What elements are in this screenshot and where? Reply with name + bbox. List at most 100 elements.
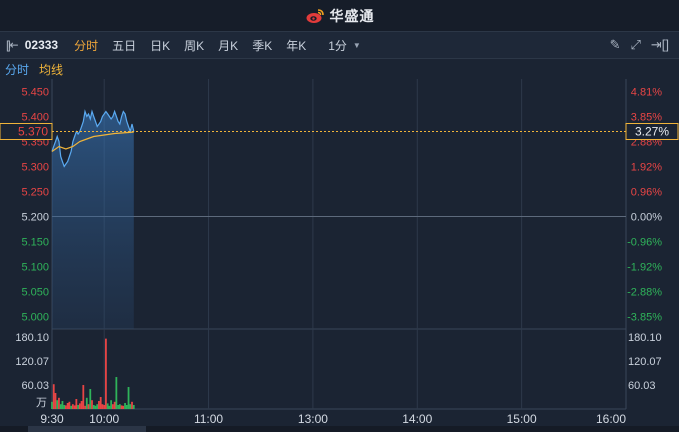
time-axis-label: 10:00 (89, 412, 119, 426)
volume-bar (125, 405, 128, 409)
volume-bar (58, 397, 60, 409)
tab-monthly-k[interactable]: 月K (218, 37, 238, 54)
volume-tick-label-right: 60.03 (628, 380, 656, 392)
brand-name: 华盛通 (329, 7, 375, 24)
time-axis-label: 14:00 (402, 412, 432, 426)
volume-bar (84, 405, 86, 409)
volume-bar (117, 405, 119, 409)
interval-value: 1分 (328, 38, 347, 53)
volume-bar (68, 401, 71, 409)
volume-bar (127, 387, 130, 409)
brand: 华盛通 (305, 6, 375, 26)
volume-bar (132, 405, 135, 409)
volume-bar (118, 404, 121, 409)
volume-bar (51, 401, 53, 409)
price-tick-label: 5.000 (21, 312, 49, 324)
volume-bar (70, 405, 73, 409)
volume-bar (80, 401, 83, 409)
stock-code: 02333 (24, 38, 59, 52)
volume-bar (77, 405, 79, 409)
interval-dropdown[interactable]: 1分 ▼ (328, 37, 361, 54)
volume-bar (89, 389, 92, 409)
volume-bar (82, 385, 85, 409)
volume-bar (98, 401, 100, 409)
volume-bar (75, 399, 78, 409)
percent-tick-label: -2.88% (627, 287, 662, 299)
time-axis-label: 15:00 (507, 412, 537, 426)
volume-bar (73, 405, 76, 409)
volume-bar (105, 338, 107, 409)
tab-daily-k[interactable]: 日K (150, 37, 170, 54)
price-tick-label: 5.300 (21, 162, 49, 174)
volume-tick-label: 60.03 (21, 380, 49, 392)
volume-bar (54, 393, 57, 409)
caret-down-icon: ▼ (352, 40, 361, 50)
volume-bar (124, 403, 126, 409)
volume-bar (87, 404, 90, 409)
volume-bar (110, 400, 113, 409)
volume-bar (106, 403, 109, 409)
volume-bar (71, 404, 74, 409)
volume-bar (99, 397, 102, 409)
time-axis-label: 13:00 (298, 412, 328, 426)
toolbar: []⇤ 02333 分时 五日 日K 周K 月K 季K 年K 1分 ▼ ✎ ⤢ … (0, 32, 679, 59)
volume-bar (103, 405, 106, 409)
volume-bar (61, 401, 64, 409)
volume-bar (96, 404, 99, 409)
pencil-icon[interactable]: ✎ (610, 37, 621, 53)
volume-tick-label-right: 180.10 (628, 332, 662, 344)
volume-bar (94, 405, 97, 409)
intraday-chart[interactable]: 5.450 4.81%5.400 3.85%5.350 2.88%5.300 1.92%… (0, 79, 679, 432)
volume-bar (131, 401, 133, 409)
price-tick-label: 5.250 (21, 187, 49, 199)
percent-tick-label: -1.92% (627, 262, 662, 274)
volume-bar (115, 377, 118, 409)
volume-bar (122, 405, 125, 409)
volume-bar (101, 404, 104, 409)
percent-tick-label: -0.96% (627, 237, 662, 249)
tab-quarterly-k[interactable]: 季K (252, 37, 272, 54)
volume-bar (85, 397, 88, 409)
percent-tick-label: 0.00% (631, 212, 662, 224)
price-area (52, 111, 134, 329)
current-price-label: 5.370 (18, 125, 48, 139)
volume-bar (65, 405, 67, 409)
tab-intraday[interactable]: 分时 (74, 37, 98, 54)
legend-average: 均线 (39, 62, 64, 77)
legend-intraday: 分时 (5, 62, 30, 77)
tab-five-day[interactable]: 五日 (112, 37, 136, 54)
volume-bar (91, 400, 93, 409)
volume-bar (108, 405, 111, 409)
volume-bar (120, 405, 123, 409)
scrollbar-thumb[interactable] (28, 426, 146, 432)
scrollbar[interactable] (0, 426, 679, 432)
fullscreen-icon[interactable]: ⤢ (630, 37, 640, 53)
price-tick-label: 5.150 (21, 237, 49, 249)
collapse-right-icon[interactable]: ⇥[] (651, 37, 669, 53)
price-tick-label: 5.100 (21, 262, 49, 274)
price-tick-label: 5.400 (21, 112, 49, 124)
percent-tick-label: -3.85% (627, 312, 662, 324)
volume-bar (59, 404, 62, 409)
time-axis-label: 11:00 (194, 412, 223, 426)
volume-tick-label: 180.10 (15, 332, 49, 344)
volume-bar (113, 401, 116, 409)
tab-weekly-k[interactable]: 周K (184, 37, 204, 54)
volume-unit-label: 万 (36, 397, 47, 409)
current-change-label: 3.27% (635, 125, 669, 139)
volume-bar (92, 405, 95, 409)
volume-bar (56, 400, 59, 409)
percent-tick-label: 0.96% (631, 187, 662, 199)
panel-collapse-icon[interactable]: []⇤ (6, 38, 19, 52)
percent-tick-label: 4.81% (631, 87, 662, 99)
volume-bar (63, 405, 66, 409)
percent-tick-label: 1.92% (631, 162, 662, 174)
price-tick-label: 5.050 (21, 287, 49, 299)
volume-bar (52, 384, 55, 409)
volume-bar (111, 404, 114, 409)
title-bar: 华盛通 (0, 0, 679, 32)
tab-yearly-k[interactable]: 年K (286, 37, 306, 54)
weibo-logo-icon (306, 8, 324, 23)
volume-bar (78, 403, 81, 409)
chart-legend: 分时 均线 (0, 59, 679, 79)
